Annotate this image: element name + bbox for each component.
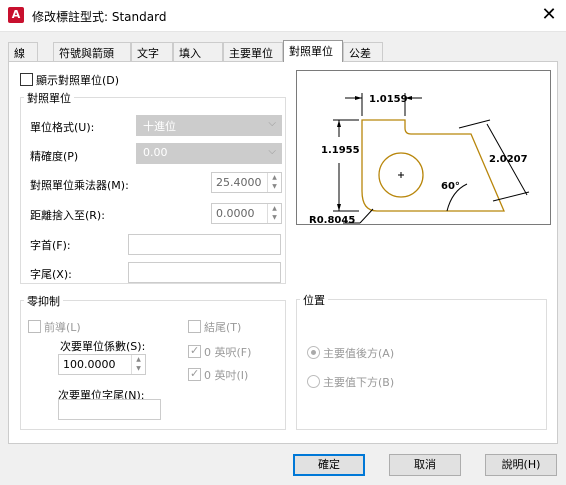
after-primary-label: 主要值後方(A)	[323, 347, 395, 360]
cancel-button[interactable]: 取消	[389, 454, 461, 476]
unit-format-label: 單位格式(U):	[30, 121, 95, 134]
multiplier-label: 對照單位乘法器(M):	[30, 179, 129, 192]
placement-title: 位置	[300, 292, 328, 308]
prefix-label: 字首(F):	[30, 239, 71, 252]
spin-arrows-icon[interactable]: ▲ ▼	[131, 355, 145, 374]
prefix-input[interactable]	[128, 234, 281, 255]
chevron-down-icon: ⌵	[268, 118, 276, 129]
multiplier-spinner[interactable]: 25.4000 ▲ ▼	[211, 172, 282, 193]
preview-drawing: 1.0159 1.1955 2.0207 60° R0.8045	[309, 93, 530, 226]
alt-units-group-title: 對照單位	[24, 90, 74, 106]
tab-alternate-units[interactable]: 對照單位	[283, 40, 343, 62]
spin-arrows-icon[interactable]: ▲ ▼	[267, 173, 281, 192]
tab-tolerances[interactable]: 公差	[343, 42, 383, 62]
app-icon: A	[8, 7, 24, 23]
unit-format-select[interactable]: 十進位 ⌵	[136, 115, 282, 136]
part-outline	[361, 119, 505, 212]
zero-inches-label: 0 英吋(I)	[204, 369, 249, 382]
tab-fit[interactable]: 填入	[173, 42, 223, 62]
suffix-input[interactable]	[128, 262, 281, 283]
precision-label: 精確度(P)	[30, 150, 79, 163]
dimension-preview: 1.0159 1.1955 2.0207 60° R0.8045	[296, 70, 551, 226]
unit-format-value: 十進位	[143, 120, 176, 133]
preview-radius: R0.8045	[309, 215, 355, 224]
ok-button[interactable]: 確定	[293, 454, 365, 476]
title-bar: A 修改標註型式: Standard ✕	[0, 0, 566, 32]
sub-unit-factor-label: 次要單位係數(S):	[60, 340, 146, 353]
below-primary-label: 主要值下方(B)	[323, 376, 395, 389]
tab-symbols-arrows[interactable]: 符號與箭頭	[53, 42, 131, 62]
tab-lines[interactable]: 線	[8, 42, 38, 62]
leading-checkbox[interactable]	[28, 320, 41, 333]
round-off-value: 0.0000	[216, 207, 255, 220]
display-alt-units-label: 顯示對照單位(D)	[36, 74, 120, 87]
trailing-label: 結尾(T)	[204, 321, 242, 334]
window-title: 修改標註型式: Standard	[32, 10, 167, 24]
multiplier-value: 25.4000	[216, 176, 262, 189]
round-off-label: 距離捨入至(R):	[30, 209, 105, 222]
tab-primary-units[interactable]: 主要單位	[223, 42, 283, 62]
sub-unit-factor-value: 100.0000	[63, 358, 116, 371]
close-icon[interactable]: ✕	[538, 4, 560, 26]
chevron-down-icon: ⌵	[268, 146, 276, 157]
preview-dim-top: 1.0159	[369, 94, 408, 105]
leading-label: 前導(L)	[44, 321, 81, 334]
display-alt-units-checkbox[interactable]	[20, 73, 33, 86]
zero-feet-label: 0 英呎(F)	[204, 346, 252, 359]
preview-dim-left: 1.1955	[321, 145, 360, 156]
trailing-checkbox[interactable]	[188, 320, 201, 333]
below-primary-radio[interactable]	[307, 375, 320, 388]
zero-inches-checkbox[interactable]	[188, 367, 201, 381]
sub-unit-suffix-input[interactable]	[58, 399, 161, 420]
precision-select[interactable]: 0.00 ⌵	[136, 143, 282, 164]
spin-arrows-icon[interactable]: ▲ ▼	[267, 204, 281, 223]
sub-unit-factor-spinner[interactable]: 100.0000 ▲ ▼	[58, 354, 146, 375]
zero-suppression-title: 零抑制	[24, 293, 63, 309]
round-off-spinner[interactable]: 0.0000 ▲ ▼	[211, 203, 282, 224]
tab-text[interactable]: 文字	[131, 42, 173, 62]
preview-dim-right: 2.0207	[489, 154, 528, 165]
zero-feet-checkbox[interactable]	[188, 344, 201, 358]
after-primary-radio[interactable]	[307, 346, 320, 359]
suffix-label: 字尾(X):	[30, 268, 72, 281]
precision-value: 0.00	[143, 146, 168, 159]
help-button[interactable]: 說明(H)	[485, 454, 557, 476]
placement-group	[296, 299, 547, 430]
preview-angle: 60°	[441, 181, 460, 192]
